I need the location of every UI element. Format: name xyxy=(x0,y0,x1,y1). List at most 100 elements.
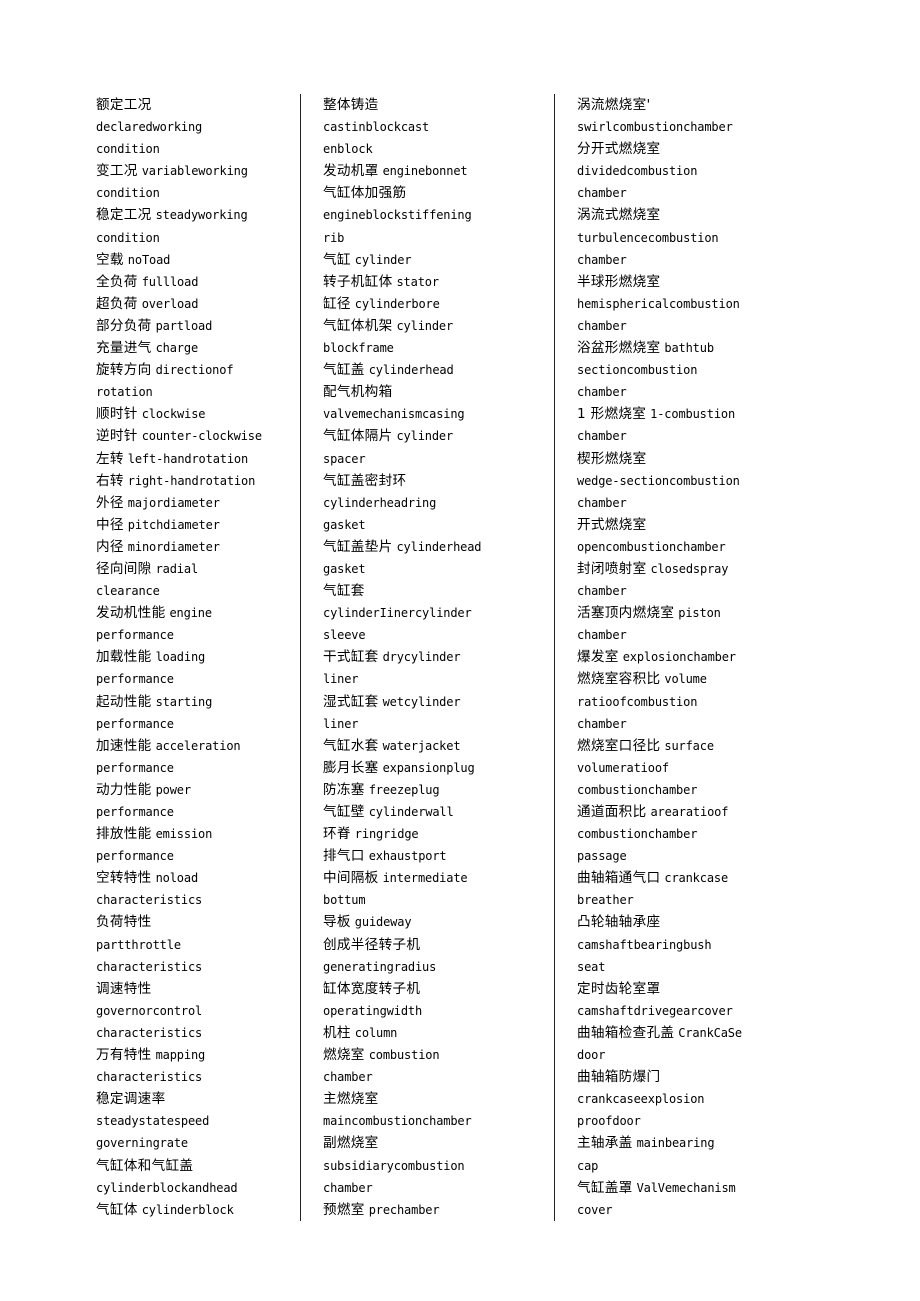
term-english: cylinder xyxy=(354,252,412,267)
glossary-line: door xyxy=(577,1044,824,1066)
term-english: gasket xyxy=(323,561,366,576)
glossary-line: chamber xyxy=(577,492,824,514)
term-chinese: 缸径 xyxy=(323,295,351,312)
glossary-line: proofdoor xyxy=(577,1110,824,1132)
glossary-line: cylinderheadring xyxy=(323,492,544,514)
term-english: proofdoor xyxy=(577,1114,641,1129)
term-chinese: 曲轴箱检查孔盖 xyxy=(577,1024,675,1041)
term-chinese: 曲轴箱防爆门 xyxy=(577,1069,661,1086)
term-english: chamber xyxy=(577,584,627,599)
term-english: steadyworking xyxy=(155,208,248,223)
glossary-line: 创成半径转子机 xyxy=(323,934,544,956)
term-english: power xyxy=(155,782,192,797)
glossary-line: 负荷特性 xyxy=(96,911,290,933)
glossary-line: 气缸盖罩 ValVemechanism xyxy=(577,1177,824,1199)
term-english: camshaftdrivegearcover xyxy=(577,1003,733,1018)
glossary-line: camshaftdrivegearcover xyxy=(577,1000,824,1022)
glossary-line: condition xyxy=(96,227,290,249)
term-chinese: 凸轮轴轴承座 xyxy=(577,914,661,931)
term-chinese: 气缸体 xyxy=(96,1201,138,1218)
term-english: crankcase xyxy=(664,871,729,886)
term-english: seat xyxy=(577,959,606,974)
glossary-line: generatingradius xyxy=(323,956,544,978)
term-english: combustionchamber xyxy=(577,782,698,797)
glossary-line: chamber xyxy=(577,315,824,337)
term-chinese: 加载性能 xyxy=(96,649,152,666)
term-chinese: 1 形燃烧室 xyxy=(577,406,647,423)
glossary-line: 缸径 cylinderbore xyxy=(323,293,544,315)
glossary-line: 空载 noToad xyxy=(96,249,290,271)
glossary-line: 气缸 cylinder xyxy=(323,249,544,271)
term-english: waterjacket xyxy=(382,738,461,753)
term-chinese: 调速特性 xyxy=(96,980,152,997)
term-english: majordiameter xyxy=(127,495,220,510)
term-english: chamber xyxy=(577,429,627,444)
term-chinese: 中径 xyxy=(96,516,124,533)
glossary-line: 左转 left-handrotation xyxy=(96,448,290,470)
term-chinese: 负荷特性 xyxy=(96,914,152,931)
term-english: swirlcombustionchamber xyxy=(577,120,733,135)
term-english: loading xyxy=(155,650,206,665)
term-english: acceleration xyxy=(155,738,241,753)
glossary-line: 气缸盖垫片 cylinderhead xyxy=(323,536,544,558)
term-english: directionof xyxy=(155,363,234,378)
term-english: cylinderheadring xyxy=(323,495,437,510)
term-chinese: 径向间隙 xyxy=(96,560,152,577)
glossary-line: 气缸水套 waterjacket xyxy=(323,735,544,757)
term-chinese: 爆发室 xyxy=(577,649,619,666)
glossary-line: 内径 minordiameter xyxy=(96,536,290,558)
term-english: radial xyxy=(155,561,199,576)
glossary-line: 变工况 variableworking xyxy=(96,160,290,182)
glossary-line: chamber xyxy=(577,381,824,403)
term-chinese: 排放性能 xyxy=(96,826,152,843)
glossary-line: performance xyxy=(96,845,290,867)
term-chinese: 通道面积比 xyxy=(577,804,647,820)
glossary-line: performance xyxy=(96,668,290,690)
term-english: chamber xyxy=(323,1070,373,1085)
term-english: castinblockcast xyxy=(323,120,430,135)
glossary-line: 预燃室 prechamber xyxy=(323,1199,544,1221)
glossary-line: 起动性能 starting xyxy=(96,691,290,713)
glossary-line: 1 形燃烧室 1-combustion xyxy=(577,403,824,425)
glossary-line: 开式燃烧室 xyxy=(577,514,824,536)
glossary-line: 全负荷 fullload xyxy=(96,271,290,293)
glossary-line: chamber xyxy=(577,580,824,602)
term-english: guideway xyxy=(354,915,412,930)
glossary-line: valvemechanismcasing xyxy=(323,403,544,425)
glossary-line: partthrottle xyxy=(96,934,290,956)
term-english: maincombustionchamber xyxy=(323,1114,472,1129)
term-chinese: 稳定调速率 xyxy=(96,1091,166,1108)
glossary-line: breather xyxy=(577,889,824,911)
term-chinese: 充量进气 xyxy=(96,340,152,357)
glossary-line: chamber xyxy=(323,1066,544,1088)
term-english: hemisphericalcombustion xyxy=(577,296,740,311)
glossary-line: governingrate xyxy=(96,1132,290,1154)
term-chinese: 曲轴箱通气口 xyxy=(577,870,661,887)
glossary-line: chamber xyxy=(577,425,824,447)
term-english: combustionchamber xyxy=(577,827,698,842)
glossary-line: 额定工况 xyxy=(96,94,290,116)
glossary-line: 防冻塞 freezeplug xyxy=(323,779,544,801)
term-english: cap xyxy=(577,1158,599,1173)
glossary-line: 缸体宽度转子机 xyxy=(323,978,544,1000)
term-english: subsidiarycombustion xyxy=(323,1158,465,1173)
term-english: breather xyxy=(577,893,634,908)
term-english: chamber xyxy=(577,318,627,333)
glossary-line: 楔形燃烧室 xyxy=(577,448,824,470)
term-english: engine xyxy=(169,606,212,621)
glossary-line: clearance xyxy=(96,580,290,602)
term-chinese: 导板 xyxy=(323,914,351,931)
glossary-column-3: 涡流燃烧室' swirlcombustionchamber 分开式燃烧室 divide… xyxy=(554,94,824,1221)
glossary-line: declaredworking xyxy=(96,116,290,138)
glossary-line: 动力性能 power xyxy=(96,779,290,801)
glossary-line: sectioncombustion xyxy=(577,359,824,381)
glossary-line: dividedcombustion xyxy=(577,160,824,182)
term-chinese: 左转 xyxy=(96,450,124,467)
term-english: cylinderbore xyxy=(354,296,440,311)
glossary-line: cover xyxy=(577,1199,824,1221)
term-english: enblock xyxy=(323,142,373,157)
term-english: explosionchamber xyxy=(622,650,736,665)
term-chinese: 空载 xyxy=(96,251,124,268)
term-chinese: 气缸体加强筋 xyxy=(323,185,407,202)
term-english: performance xyxy=(96,628,174,643)
